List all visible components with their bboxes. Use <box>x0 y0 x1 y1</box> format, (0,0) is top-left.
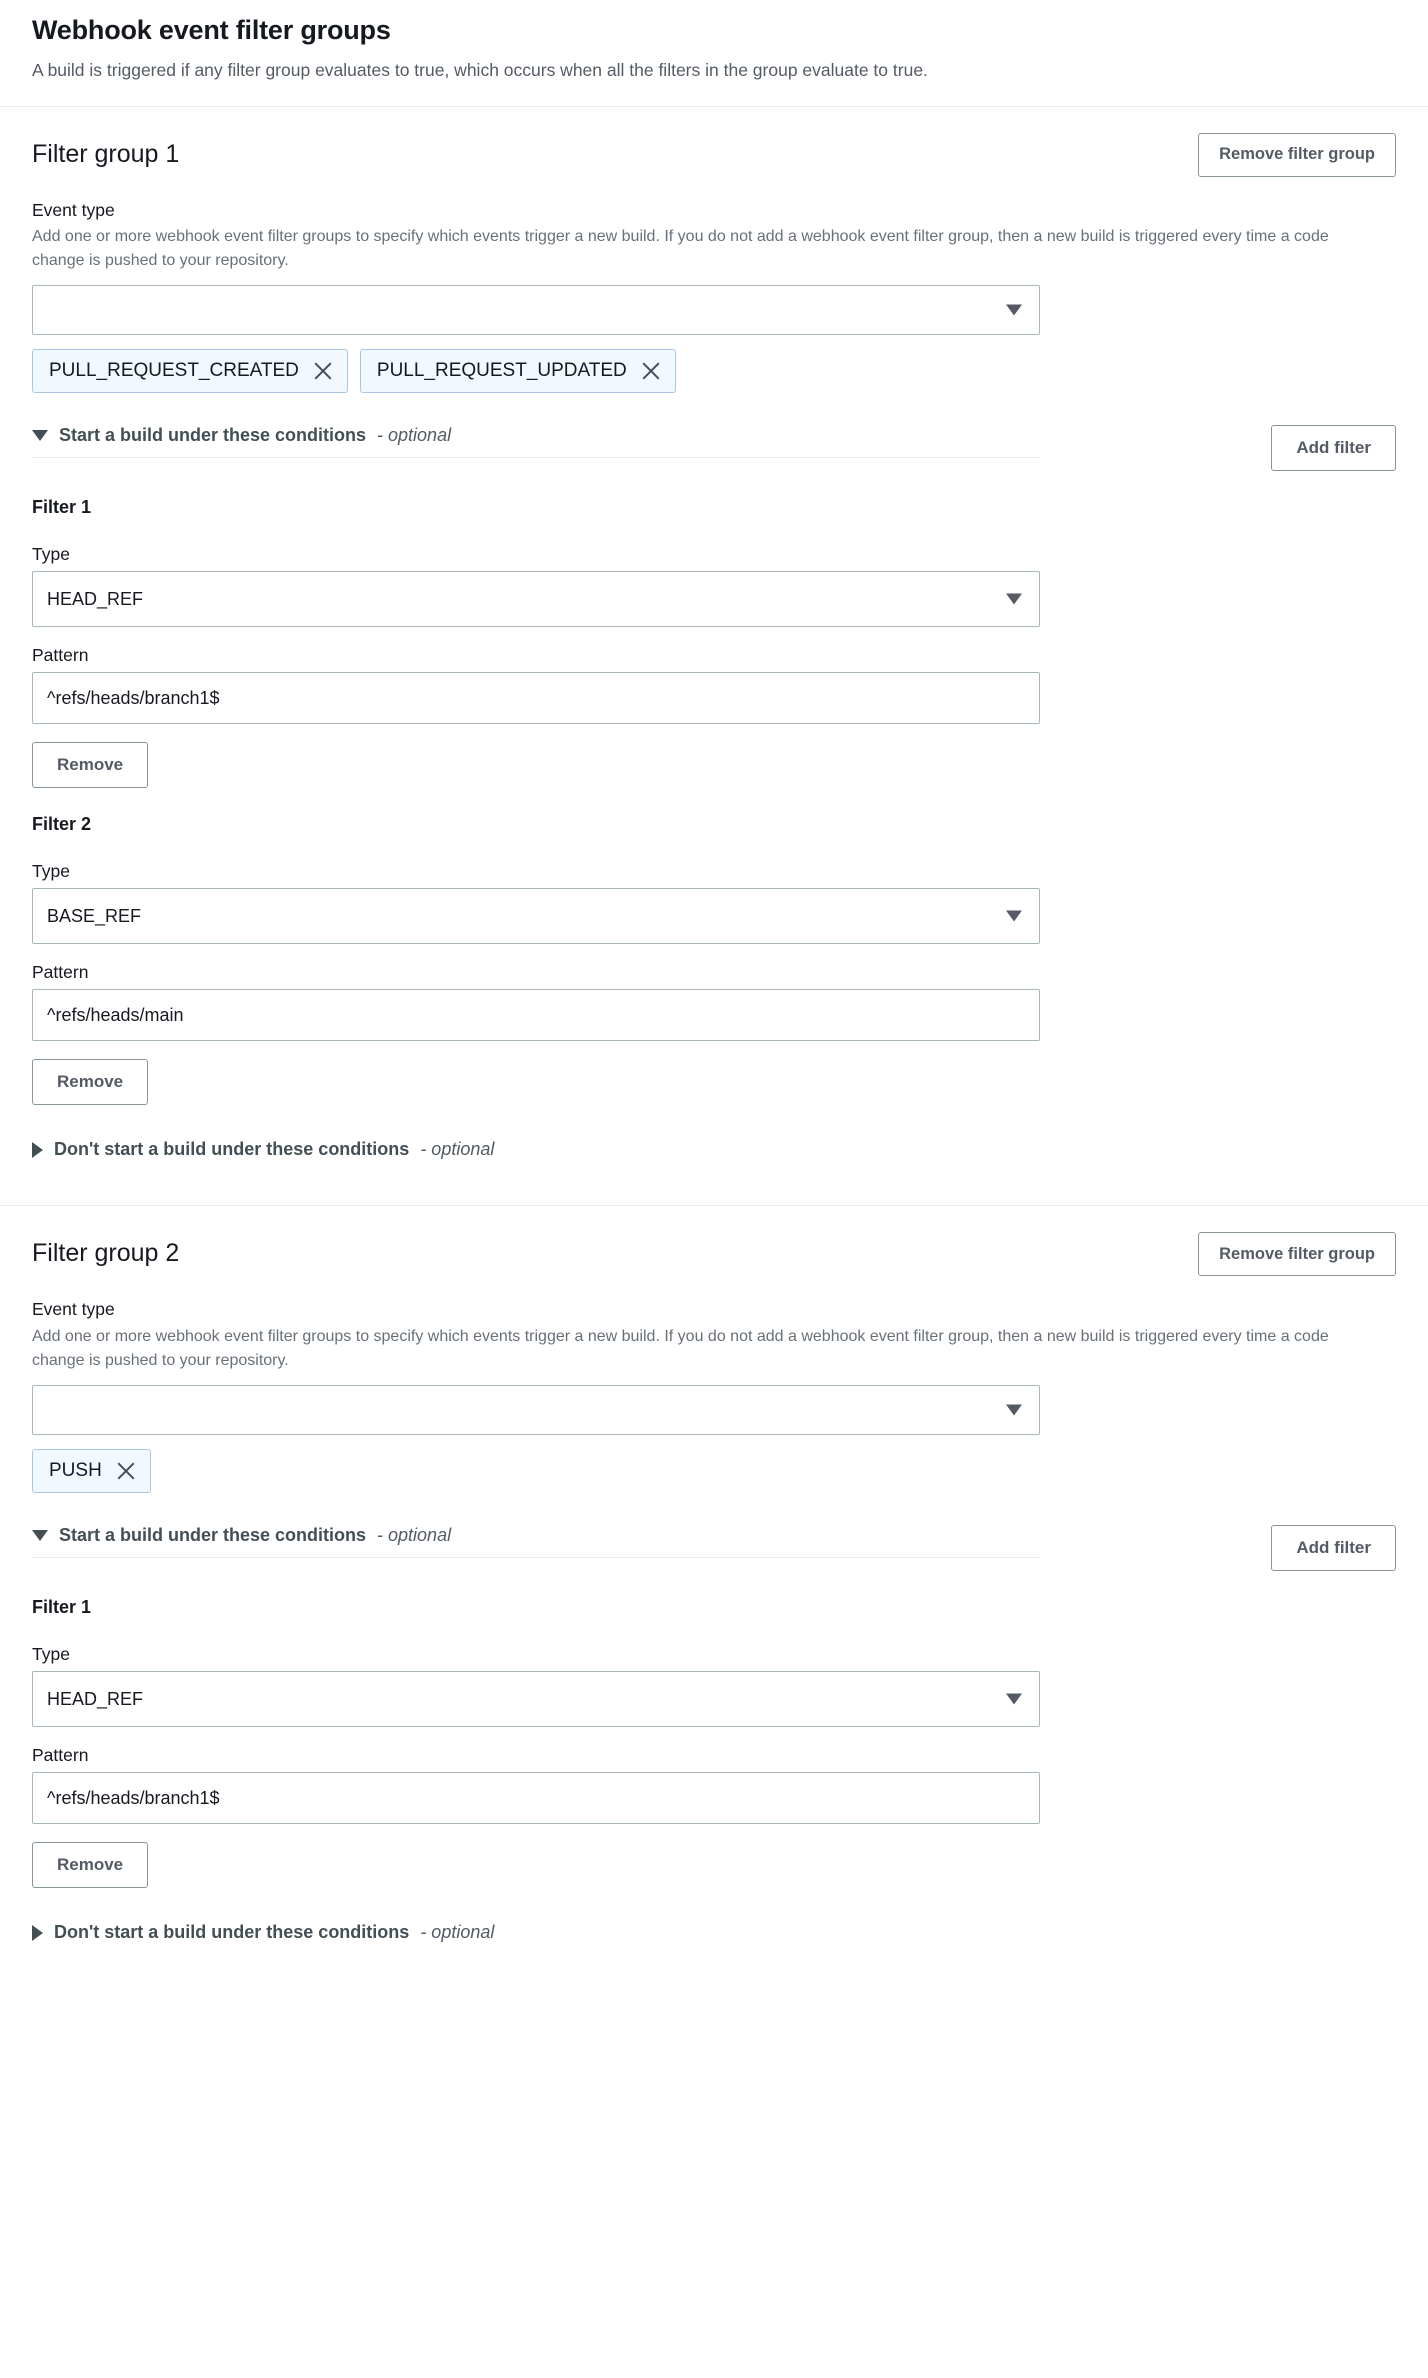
event-type-label-1: Event type <box>32 199 115 220</box>
event-type-token[interactable]: PULL_REQUEST_UPDATED <box>359 349 676 394</box>
chevron-down-icon <box>1006 1404 1022 1416</box>
filter-type-value: HEAD_REF <box>47 1688 144 1709</box>
dont-start-build-toggle-2[interactable]: Don't start a build under these conditio… <box>32 1922 1040 1954</box>
type-label: Type <box>32 1644 70 1665</box>
event-type-token[interactable]: PULL_REQUEST_CREATED <box>32 349 348 394</box>
filter-title: Filter 1 <box>32 1597 92 1618</box>
event-type-description-1: Add one or more webhook event filter gro… <box>32 228 1329 270</box>
filter-group-2: Filter group 2 Remove filter group Event… <box>0 1206 1428 1984</box>
add-filter-button-2[interactable]: Add filter <box>1271 1525 1396 1572</box>
type-label: Type <box>32 861 70 882</box>
filter-group-1-title: Filter group 1 <box>32 139 180 168</box>
start-build-section-1: Start a build under these conditions - o… <box>32 425 1396 472</box>
event-type-token[interactable]: PUSH <box>32 1449 151 1494</box>
filter-pattern-value: ^refs/heads/main <box>47 1004 184 1025</box>
event-type-token-label: PULL_REQUEST_UPDATED <box>376 360 627 382</box>
filter-type-value: BASE_REF <box>47 905 142 926</box>
dont-start-build-label-2: Don't start a build under these conditio… <box>54 1922 410 1943</box>
filter-group-1: Filter group 1 Remove filter group Event… <box>0 107 1428 1206</box>
filter-pattern-value: ^refs/heads/branch1$ <box>47 687 220 708</box>
start-build-toggle-1[interactable]: Start a build under these conditions - o… <box>32 425 1040 459</box>
event-type-select-2[interactable] <box>32 1385 1040 1436</box>
filter-1-of-group-1: Filter 1 Type HEAD_REF Pattern ^refs/hea… <box>32 497 1396 789</box>
dont-start-build-section-2: Don't start a build under these conditio… <box>32 1922 1396 1954</box>
chevron-down-icon <box>1006 304 1022 316</box>
close-x-icon[interactable] <box>313 361 333 381</box>
dont-start-build-toggle-1[interactable]: Don't start a build under these conditio… <box>32 1139 1040 1171</box>
dont-start-build-optional-1: - optional <box>420 1139 495 1160</box>
pattern-label: Pattern <box>32 1745 89 1766</box>
remove-filter-button[interactable]: Remove <box>32 1842 149 1889</box>
filter-2-of-group-1: Filter 2 Type BASE_REF Pattern ^refs/hea… <box>32 814 1396 1106</box>
event-type-token-label: PULL_REQUEST_CREATED <box>49 360 299 382</box>
dont-start-build-label-1: Don't start a build under these conditio… <box>54 1139 410 1160</box>
page-header: Webhook event filter groups A build is t… <box>0 0 1428 106</box>
type-label: Type <box>32 544 70 565</box>
start-build-toggle-2[interactable]: Start a build under these conditions - o… <box>32 1525 1040 1559</box>
triangle-down-icon <box>32 430 48 442</box>
event-type-tokens-2: PUSH <box>32 1449 1396 1494</box>
page-description: A build is triggered if any filter group… <box>32 60 928 81</box>
filter-group-2-title: Filter group 2 <box>32 1239 180 1268</box>
event-type-label-2: Event type <box>32 1299 115 1320</box>
pattern-label: Pattern <box>32 962 89 983</box>
event-type-tokens-1: PULL_REQUEST_CREATED PULL_REQUEST_UPDATE… <box>32 349 1396 394</box>
filter-1-of-group-2: Filter 1 Type HEAD_REF Pattern ^refs/hea… <box>32 1597 1396 1889</box>
add-filter-button-1[interactable]: Add filter <box>1271 425 1396 472</box>
webhook-filter-groups-page: Webhook event filter groups A build is t… <box>0 0 1428 1984</box>
event-type-description-2: Add one or more webhook event filter gro… <box>32 1328 1329 1370</box>
filter-title: Filter 1 <box>32 497 92 518</box>
filter-group-1-header: Filter group 1 Remove filter group <box>32 132 1396 177</box>
dont-start-build-section-1: Don't start a build under these conditio… <box>32 1139 1396 1171</box>
filter-pattern-input[interactable]: ^refs/heads/branch1$ <box>32 672 1040 725</box>
triangle-right-icon <box>32 1924 43 1941</box>
chevron-down-icon <box>1006 593 1022 605</box>
start-build-optional-1: - optional <box>377 425 452 446</box>
close-x-icon[interactable] <box>641 361 661 381</box>
start-build-optional-2: - optional <box>377 1525 452 1546</box>
filter-type-select[interactable]: BASE_REF <box>32 888 1040 945</box>
triangle-right-icon <box>32 1141 43 1158</box>
start-build-label-1: Start a build under these conditions <box>59 425 367 446</box>
remove-filter-button[interactable]: Remove <box>32 1059 149 1106</box>
filter-group-2-header: Filter group 2 Remove filter group <box>32 1232 1396 1277</box>
filter-type-select[interactable]: HEAD_REF <box>32 1671 1040 1728</box>
filter-pattern-input[interactable]: ^refs/heads/main <box>32 989 1040 1042</box>
pattern-label: Pattern <box>32 645 89 666</box>
filter-pattern-value: ^refs/heads/branch1$ <box>47 1787 220 1808</box>
start-build-label-2: Start a build under these conditions <box>59 1525 367 1546</box>
chevron-down-icon <box>1006 1693 1022 1705</box>
filter-type-value: HEAD_REF <box>47 588 144 609</box>
remove-filter-button[interactable]: Remove <box>32 742 149 789</box>
remove-filter-group-2-button[interactable]: Remove filter group <box>1198 1232 1396 1277</box>
event-type-select-1[interactable] <box>32 285 1040 336</box>
dont-start-build-optional-2: - optional <box>420 1922 495 1943</box>
filter-type-select[interactable]: HEAD_REF <box>32 571 1040 628</box>
triangle-down-icon <box>32 1530 48 1542</box>
remove-filter-group-1-button[interactable]: Remove filter group <box>1198 132 1396 177</box>
filter-pattern-input[interactable]: ^refs/heads/branch1$ <box>32 1772 1040 1825</box>
page-title: Webhook event filter groups <box>32 15 391 45</box>
filter-title: Filter 2 <box>32 814 92 835</box>
chevron-down-icon <box>1006 910 1022 922</box>
event-type-token-label: PUSH <box>49 1460 102 1482</box>
close-x-icon[interactable] <box>116 1461 136 1481</box>
start-build-section-2: Start a build under these conditions - o… <box>32 1525 1396 1572</box>
